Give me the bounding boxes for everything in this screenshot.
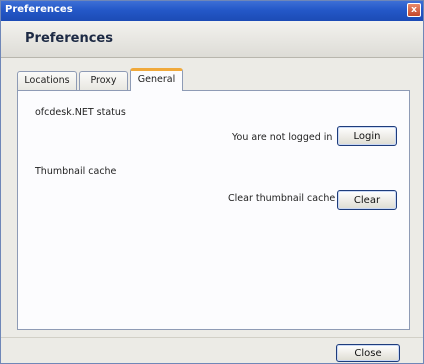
close-button[interactable]: Close [336,344,400,362]
footer-divider [1,337,423,338]
tab-general[interactable]: General [130,68,183,91]
status-section-label: ofcdesk.NET status [35,107,126,118]
general-tab-panel: ofcdesk.NET status You are not logged in… [17,90,410,330]
preferences-window: Preferences x Preferences Locations Prox… [0,0,424,364]
clear-button[interactable]: Clear [337,190,397,210]
clear-cache-label: Clear thumbnail cache [228,193,336,204]
close-window-icon[interactable]: x [407,3,421,17]
dialog-header: Preferences [1,21,423,58]
login-status-text: You are not logged in [232,132,333,143]
page-title: Preferences [25,31,113,46]
window-title: Preferences [5,4,73,15]
tab-proxy[interactable]: Proxy [79,71,128,90]
login-button[interactable]: Login [337,126,397,146]
tab-locations[interactable]: Locations [17,71,77,90]
title-bar[interactable]: Preferences x [1,1,423,21]
cache-section-label: Thumbnail cache [35,166,117,177]
